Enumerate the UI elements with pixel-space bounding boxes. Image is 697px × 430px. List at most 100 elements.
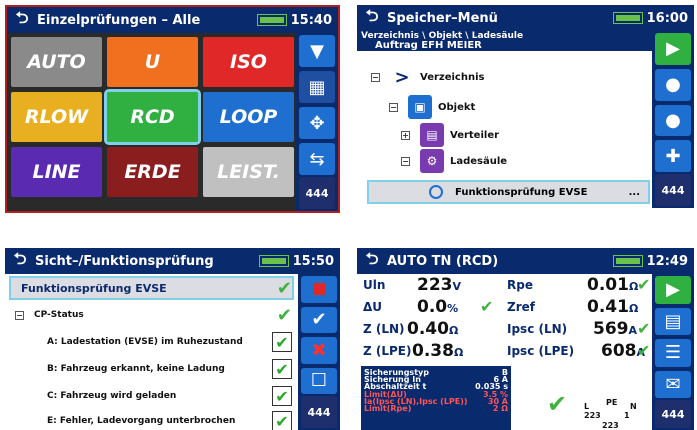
- screen-title: Sicht–/Funktionsprüfung: [35, 253, 214, 269]
- tree-item-distributor[interactable]: + ▤ Verteiler: [401, 123, 499, 147]
- save-icon[interactable]: ▤: [655, 307, 691, 336]
- tree-item-selected[interactable]: Funktionsprüfung EVSE ...: [367, 180, 650, 204]
- item-label: C: Fahrzeug wird geladen: [47, 391, 177, 401]
- meas-value: 569: [593, 319, 629, 339]
- unchecked-icon[interactable]: ☐: [301, 367, 337, 395]
- title-bar: ⮌ Speicher–Menü 16:00: [357, 5, 694, 31]
- meas-value: 0.41: [587, 297, 629, 317]
- collapse-icon[interactable]: −: [371, 72, 380, 82]
- back-icon[interactable]: ⮌: [357, 248, 387, 275]
- measurement-zlpe: Z (LPE): [363, 344, 412, 358]
- play-icon[interactable]: ▶: [655, 276, 691, 304]
- battery-icon: [612, 255, 643, 267]
- measurement-ipsc-ln: Ipsc (LN): [507, 322, 567, 336]
- tree-label: Ladesäule: [450, 155, 508, 167]
- collapse-icon[interactable]: −: [401, 156, 410, 166]
- checkbox-checked[interactable]: ✔: [272, 332, 292, 352]
- pass-icon: ✔: [480, 297, 494, 316]
- meas-label: Uln: [363, 278, 386, 292]
- item-label: B: Fahrzeug erkannt, keine Ladung: [47, 364, 225, 374]
- move-icon[interactable]: ✥: [299, 107, 335, 139]
- pass-icon: ✔: [637, 341, 651, 360]
- meas-unit: Ω: [448, 324, 459, 337]
- terminal-pe: PE: [606, 398, 618, 407]
- clock: 15:40: [290, 12, 332, 28]
- check-item[interactable]: E: Fehler, Ladevorgang unterbrochen: [5, 409, 298, 430]
- tree-label: Verzeichnis: [420, 71, 485, 83]
- terminal-l: L: [584, 402, 590, 411]
- distributor-icon: ▤: [420, 123, 444, 147]
- check-item[interactable]: C: Fahrzeug wird geladen: [5, 384, 298, 408]
- filter-icon[interactable]: ▼: [299, 35, 335, 67]
- test-node-icon: [429, 185, 443, 199]
- measurement-zln: Z (LN): [363, 322, 405, 336]
- tile-iso[interactable]: ISO: [203, 37, 294, 87]
- checkbox-checked[interactable]: ✔: [272, 411, 292, 430]
- play-icon[interactable]: ▶: [655, 33, 691, 65]
- test-header[interactable]: Funktionsprüfung EVSE: [9, 276, 294, 300]
- tile-leist[interactable]: LEIST.: [203, 147, 294, 197]
- title-bar: ⮌ Einzelprüfungen – Alle 15:40: [7, 7, 338, 33]
- recall-icon[interactable]: ⇆: [299, 143, 335, 175]
- comment-icon[interactable]: ✉: [655, 370, 691, 399]
- add-node-icon[interactable]: ✚: [655, 140, 691, 173]
- more-button[interactable]: 444: [655, 174, 691, 206]
- fail-icon[interactable]: ✖: [301, 337, 337, 364]
- info-row: Limit(Rpe) 2 Ω: [364, 404, 508, 414]
- grid-view-icon[interactable]: ▦: [299, 71, 335, 103]
- group-row[interactable]: − CP-Status: [5, 303, 298, 327]
- tree-item-charger[interactable]: − ⚙ Ladesäule: [401, 149, 507, 173]
- more-button[interactable]: 444: [655, 400, 691, 428]
- more-button[interactable]: 444: [301, 396, 337, 428]
- tile-auto[interactable]: AUTO: [11, 37, 102, 87]
- pass-icon[interactable]: ✔: [301, 306, 337, 334]
- tile-erde[interactable]: ERDE: [107, 147, 198, 197]
- expand-icon[interactable]: +: [401, 130, 410, 140]
- more-indicator: ...: [628, 186, 640, 198]
- fail-square-icon[interactable]: [301, 276, 337, 303]
- tile-line[interactable]: LINE: [11, 147, 102, 197]
- folder-node-icon: >: [394, 66, 410, 88]
- meas-label: Ipsc (LN): [507, 322, 568, 336]
- meas-value: 0.38: [412, 341, 454, 361]
- tile-loop[interactable]: LOOP: [203, 92, 294, 142]
- screen-title: Einzelprüfungen – Alle: [37, 12, 201, 28]
- list-icon[interactable]: ☰: [655, 339, 691, 367]
- screen-title: AUTO TN (RCD): [387, 253, 499, 269]
- check-item[interactable]: B: Fahrzeug erkannt, keine Ladung: [5, 357, 298, 381]
- meas-value: 0.01: [587, 275, 629, 295]
- side-toolbar: ▶ ▤ ☰ ✉ 444: [652, 274, 694, 430]
- collapse-icon[interactable]: −: [15, 310, 24, 320]
- tile-u[interactable]: U: [107, 37, 198, 87]
- measurement-value: 0.38Ω: [412, 341, 463, 361]
- check-item[interactable]: A: Ladestation (EVSE) im Ruhezustand: [5, 330, 298, 354]
- header-label: Funktionsprüfung EVSE: [21, 281, 167, 295]
- side-toolbar: ✔ ✖ ☐ 444: [298, 274, 340, 430]
- meas-label: ΔU: [363, 300, 383, 314]
- more-button[interactable]: 444: [299, 177, 335, 209]
- info-value: 2 Ω: [492, 404, 508, 414]
- battery-icon: [258, 255, 289, 267]
- add-structure-icon[interactable]: ●: [655, 68, 691, 101]
- copy-icon[interactable]: ●: [655, 104, 691, 137]
- info-key: Limit(Rpe): [364, 404, 412, 414]
- tree-item-directory[interactable]: − > Verzeichnis: [371, 65, 484, 89]
- battery-icon: [256, 14, 287, 26]
- tile-rcd[interactable]: RCD: [104, 89, 201, 145]
- meas-value: 608: [601, 341, 637, 361]
- measurement-value: 0.41Ω: [587, 297, 638, 317]
- overall-pass-icon: ✔: [547, 390, 568, 418]
- tile-rlow[interactable]: RLOW: [11, 92, 102, 142]
- checkbox-checked[interactable]: ✔: [272, 386, 292, 406]
- collapse-icon[interactable]: −: [389, 102, 398, 112]
- side-toolbar: ▼ ▦ ✥ ⇆ 444: [296, 33, 338, 211]
- back-icon[interactable]: ⮌: [5, 248, 35, 275]
- back-icon[interactable]: ⮌: [357, 5, 387, 32]
- checkbox-checked[interactable]: ✔: [272, 359, 292, 379]
- back-icon[interactable]: ⮌: [7, 7, 37, 34]
- title-bar: ⮌ AUTO TN (RCD) 12:49: [357, 248, 694, 274]
- meas-unit: Ω: [453, 346, 464, 359]
- meas-label: Zref: [507, 300, 535, 314]
- test-grid: AUTO U ISO RLOW RCD LOOP LINE ERDE LEIST…: [11, 37, 294, 197]
- tree-item-object[interactable]: − ▣ Objekt: [389, 95, 475, 119]
